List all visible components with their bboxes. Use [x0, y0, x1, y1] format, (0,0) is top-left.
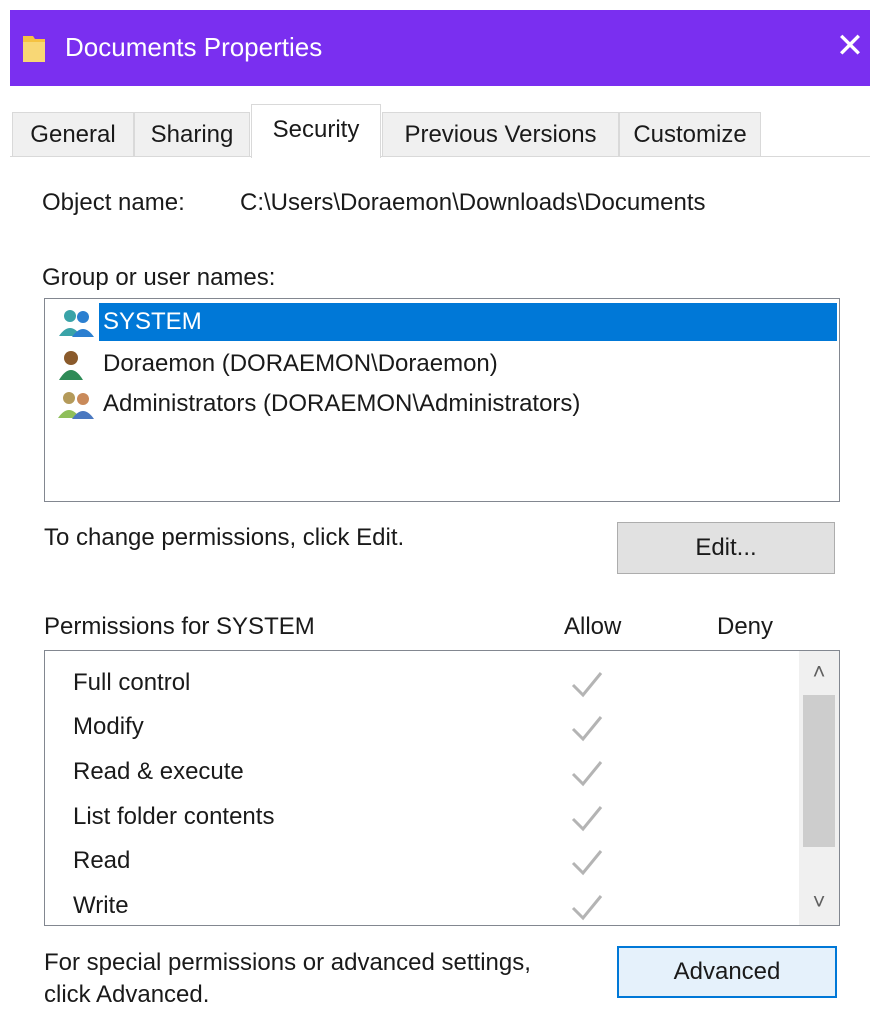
check-icon	[571, 716, 603, 742]
permission-name: List folder contents	[73, 803, 275, 830]
deny-header: Deny	[717, 613, 774, 640]
window-title: Documents Properties	[65, 32, 323, 62]
list-item-doraemon[interactable]: Doraemon (DORAEMON\Doraemon)	[57, 345, 837, 383]
list-item-system[interactable]: SYSTEM	[57, 303, 837, 341]
permission-row: Modify	[45, 707, 797, 751]
tab-customize[interactable]: Customize	[619, 112, 761, 157]
advanced-button[interactable]: Advanced	[617, 946, 837, 998]
allow-header: Allow	[564, 613, 622, 640]
close-button[interactable]: ✕	[830, 22, 870, 72]
title-bar: Documents Properties ✕	[10, 10, 870, 86]
dialog-body: General Sharing Security Previous Versio…	[10, 86, 870, 1032]
check-icon	[571, 806, 603, 832]
tab-strip: General Sharing Security Previous Versio…	[10, 86, 870, 158]
object-name-label: Object name:	[42, 189, 185, 216]
edit-button[interactable]: Edit...	[617, 522, 835, 574]
permission-row: Full control	[45, 663, 797, 707]
permission-name: Modify	[73, 713, 144, 740]
scroll-thumb[interactable]	[803, 695, 835, 847]
object-name-value: C:\Users\Doraemon\Downloads\Documents	[240, 189, 706, 216]
tab-sharing[interactable]: Sharing	[134, 112, 250, 157]
tab-divider	[10, 156, 870, 157]
check-icon	[571, 850, 603, 876]
edit-hint: To change permissions, click Edit.	[44, 524, 405, 551]
folder-icon	[23, 36, 45, 62]
list-item-label: SYSTEM	[99, 303, 837, 341]
advanced-hint-line2: click Advanced.	[44, 981, 210, 1008]
permission-name: Read	[73, 847, 131, 874]
check-icon	[571, 761, 603, 787]
permission-name: Write	[73, 892, 129, 919]
group-user-list[interactable]: SYSTEM Doraemon (DORAEMON\Doraemon) Admi…	[44, 298, 840, 502]
user-icon	[59, 351, 83, 380]
check-icon	[571, 895, 603, 921]
permission-name: Full control	[73, 669, 191, 696]
permissions-list[interactable]: Full control Modify Read & execute List …	[44, 650, 840, 926]
tab-previous-versions[interactable]: Previous Versions	[382, 112, 619, 157]
admin-group-icon	[58, 392, 94, 419]
check-icon	[571, 672, 603, 698]
scroll-up-icon[interactable]: ˄	[799, 651, 839, 693]
tab-general[interactable]: General	[12, 112, 134, 157]
users-group-icon	[59, 310, 94, 337]
list-item-label: Administrators (DORAEMON\Administrators)	[103, 390, 581, 417]
group-user-names-label: Group or user names:	[42, 264, 276, 291]
permission-row: Read & execute	[45, 752, 797, 796]
permission-row: List folder contents	[45, 797, 797, 841]
tab-security[interactable]: Security	[251, 104, 381, 158]
permission-row: Read	[45, 841, 797, 885]
permission-row: Write	[45, 886, 797, 925]
permission-name: Read & execute	[73, 758, 244, 785]
list-item-administrators[interactable]: Administrators (DORAEMON\Administrators)	[57, 385, 837, 423]
scroll-down-icon[interactable]: ˅	[799, 881, 839, 923]
advanced-hint-line1: For special permissions or advanced sett…	[44, 949, 531, 976]
permissions-scrollbar[interactable]: ˄ ˅	[799, 651, 839, 925]
list-item-label: Doraemon (DORAEMON\Doraemon)	[103, 350, 498, 377]
permissions-title: Permissions for SYSTEM	[44, 613, 315, 640]
